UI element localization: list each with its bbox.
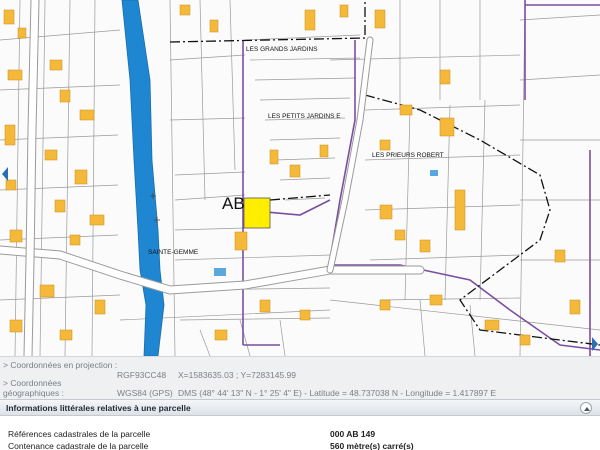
geographic-label-line2: géographiques : bbox=[3, 388, 64, 398]
place-label-petits-jardins: LES PETITS JARDINS E bbox=[268, 113, 341, 120]
projection-label: > Coordonnées en projection : bbox=[3, 360, 118, 370]
map-canvas[interactable]: AB LES GRANDS JARDINS LES PETITS JARDINS… bbox=[0, 0, 600, 356]
info-row-value: 000 AB 149 bbox=[330, 429, 376, 439]
pan-right-arrow-icon[interactable] bbox=[590, 336, 600, 352]
collapse-up-icon[interactable] bbox=[580, 402, 592, 414]
info-panel-title: Informations littérales relatives à une … bbox=[6, 403, 191, 413]
section-label: AB bbox=[222, 194, 245, 213]
place-label-grands-jardins: LES GRANDS JARDINS bbox=[246, 46, 318, 53]
projection-system: RGF93CC48 bbox=[117, 370, 167, 380]
roads bbox=[0, 0, 425, 356]
commune-boundary bbox=[242, 0, 600, 356]
cadastral-map[interactable]: AB LES GRANDS JARDINS LES PETITS JARDINS… bbox=[0, 0, 600, 356]
geographic-value: DMS (48° 44' 13" N - 1° 25' 4" E) - Lati… bbox=[178, 388, 497, 398]
place-label-sainte-gemme: SAINTE-GEMME bbox=[148, 249, 199, 256]
geographic-system: WGS84 (GPS) bbox=[117, 388, 173, 398]
river bbox=[121, 0, 165, 356]
info-row-key: Contenance cadastrale de la parcelle bbox=[8, 441, 149, 450]
info-row-key: Références cadastrales de la parcelle bbox=[8, 429, 151, 439]
pan-left-arrow-icon[interactable] bbox=[0, 166, 10, 182]
projection-value: X=1583635.03 ; Y=7283145.99 bbox=[178, 370, 297, 380]
place-label-prieurs-robert: LES PRIEURS ROBERT bbox=[372, 152, 444, 159]
info-panel-header: Informations littérales relatives à une … bbox=[0, 399, 600, 416]
info-panel-body: Références cadastrales de la parcelle 00… bbox=[0, 417, 600, 450]
selected-parcel[interactable] bbox=[243, 197, 271, 229]
info-row-value: 560 mètre(s) carré(s) bbox=[330, 441, 414, 450]
coordinates-panel: > Coordonnées en projection : RGF93CC48 … bbox=[0, 356, 600, 399]
parcel-lines bbox=[0, 0, 600, 356]
